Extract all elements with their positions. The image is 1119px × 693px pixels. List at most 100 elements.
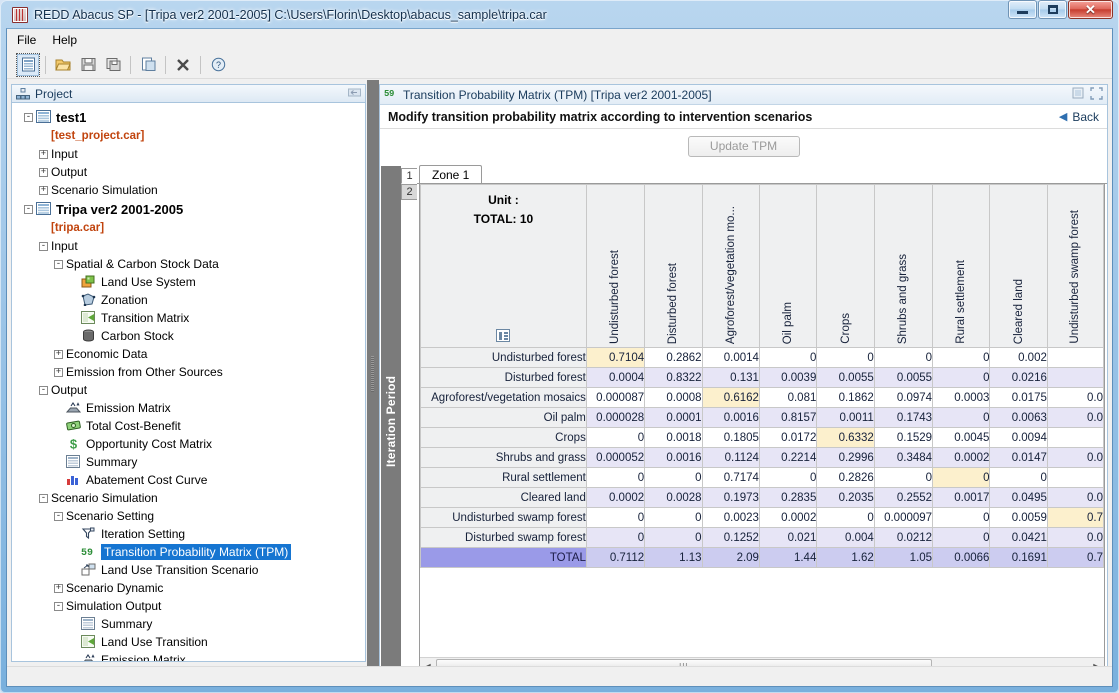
matrix-cell[interactable]: 0.2996 [816, 447, 875, 468]
expand-toggle-icon[interactable]: + [54, 367, 63, 377]
matrix-cell[interactable]: 0 [758, 467, 818, 488]
matrix-cell[interactable]: 0.0008 [644, 387, 703, 408]
tree-item[interactable]: Land Use Transition Scenario [18, 561, 365, 579]
matrix-scroll-viewport[interactable]: Unit : TOTAL: 10 Undisturbed forest Disturb… [420, 184, 1104, 656]
matrix-column-header[interactable]: Shrubs and grass [873, 184, 934, 348]
restore-icon[interactable] [1072, 87, 1084, 102]
matrix-cell[interactable]: 0.6332 [816, 427, 875, 448]
matrix-cell[interactable]: 0.8322 [644, 367, 703, 388]
matrix-cell[interactable]: 0.0 [1046, 407, 1104, 428]
matrix-cell[interactable]: 0 [932, 367, 991, 388]
matrix-cell[interactable]: 0.000097 [873, 507, 934, 528]
collapse-toggle-icon[interactable]: - [24, 112, 33, 122]
tree-item[interactable]: Abatement Cost Curve [18, 471, 365, 489]
matrix-cell[interactable]: 0.2214 [758, 447, 818, 468]
expand-toggle-icon[interactable]: + [54, 349, 63, 359]
matrix-cell[interactable]: 0 [758, 347, 818, 368]
matrix-cell[interactable] [1046, 427, 1104, 448]
matrix-column-header[interactable]: Oil palm [758, 184, 818, 348]
matrix-cell[interactable]: 0.0045 [932, 427, 991, 448]
new-project-button[interactable] [16, 52, 40, 77]
collapse-toggle-icon[interactable]: - [24, 204, 33, 214]
minimize-button[interactable] [1008, 0, 1037, 19]
menu-item-file[interactable]: File [17, 33, 36, 47]
collapse-toggle-icon[interactable]: - [39, 241, 48, 251]
expand-toggle-icon[interactable]: + [39, 167, 48, 177]
matrix-cell[interactable]: 0.0 [1046, 447, 1104, 468]
matrix-cell[interactable]: 0 [816, 507, 875, 528]
tree-item[interactable]: [test_project.car] [18, 127, 365, 145]
matrix-cell[interactable]: 0.004 [816, 527, 875, 548]
matrix-cell[interactable]: 0.1529 [873, 427, 934, 448]
tree-item[interactable]: - Tripa ver2 2001-2005 [18, 199, 365, 219]
matrix-cell[interactable]: 0.0016 [701, 407, 760, 428]
matrix-cell[interactable]: 0.0 [1046, 527, 1104, 548]
close-button[interactable]: ✕ [1068, 0, 1113, 19]
matrix-cell[interactable]: 0.0 [1046, 387, 1104, 408]
delete-button[interactable] [172, 54, 194, 76]
matrix-cell[interactable]: 0.0421 [989, 527, 1048, 548]
matrix-cell[interactable]: 0.0147 [989, 447, 1048, 468]
matrix-cell[interactable]: 0 [585, 527, 646, 548]
maximize-button[interactable] [1038, 0, 1067, 19]
tree-item[interactable]: - Spatial & Carbon Stock Data [18, 255, 365, 273]
matrix-cell[interactable]: 0.0039 [758, 367, 818, 388]
matrix-cell[interactable]: 0.0011 [816, 407, 875, 428]
tree-item[interactable]: - Simulation Output [18, 597, 365, 615]
matrix-cell[interactable]: 0.1862 [816, 387, 875, 408]
tree-item[interactable]: Emission Matrix [18, 399, 365, 417]
matrix-cell[interactable]: 0 [644, 527, 703, 548]
matrix-column-header[interactable]: Undisturbed forest [585, 184, 646, 348]
expand-toggle-icon[interactable]: + [39, 185, 48, 195]
matrix-cell[interactable]: 0.0172 [758, 427, 818, 448]
collapse-toggle-icon[interactable]: - [39, 385, 48, 395]
maximize-panel-icon[interactable] [1090, 86, 1103, 103]
tab-zone-1[interactable]: Zone 1 [419, 165, 483, 183]
matrix-cell[interactable]: 0 [932, 507, 991, 528]
matrix-cell[interactable] [1046, 467, 1104, 488]
matrix-cell[interactable] [1046, 347, 1104, 368]
collapse-toggle-icon[interactable]: - [54, 259, 63, 269]
matrix-column-header[interactable]: Rural settlement [932, 184, 991, 348]
matrix-cell[interactable]: 0.7 [1046, 507, 1104, 528]
matrix-cell[interactable]: 0.2835 [758, 487, 818, 508]
matrix-cell[interactable]: 0.0003 [932, 387, 991, 408]
expand-toggle-icon[interactable]: + [54, 583, 63, 593]
matrix-cell[interactable]: 0.0014 [701, 347, 760, 368]
matrix-cell[interactable]: 0.0094 [989, 427, 1048, 448]
iteration-period-2[interactable]: 2 [401, 184, 417, 200]
tree-item[interactable]: Transition Matrix [18, 309, 365, 327]
matrix-cell[interactable]: 0.000087 [585, 387, 646, 408]
matrix-cell[interactable]: 0 [585, 507, 646, 528]
dock-arrow-icon[interactable] [348, 87, 361, 101]
tree-item[interactable]: [tripa.car] [18, 219, 365, 237]
matrix-cell[interactable]: 0.1124 [701, 447, 760, 468]
tree-item[interactable]: Summary [18, 615, 365, 633]
tree-item[interactable]: Total Cost-Benefit [18, 417, 365, 435]
matrix-cell[interactable]: 0.3484 [873, 447, 934, 468]
matrix-cell[interactable]: 0.2826 [816, 467, 875, 488]
matrix-cell[interactable] [1046, 367, 1104, 388]
expand-toggle-icon[interactable]: + [39, 149, 48, 159]
matrix-cell[interactable]: 0.7174 [701, 467, 760, 488]
matrix-cell[interactable]: 0.131 [701, 367, 760, 388]
tree-item[interactable]: Summary [18, 453, 365, 471]
matrix-cell[interactable]: 0.1805 [701, 427, 760, 448]
matrix-cell[interactable]: 0.1973 [701, 487, 760, 508]
tree-item[interactable]: 5 9 Transition Probability Matrix (TPM) [18, 543, 365, 561]
matrix-cell[interactable]: 0.0216 [989, 367, 1048, 388]
matrix-cell[interactable]: 0.1252 [701, 527, 760, 548]
matrix-cell[interactable]: 0 [873, 347, 934, 368]
matrix-cell[interactable]: 0.002 [989, 347, 1048, 368]
tree-item[interactable]: Zonation [18, 291, 365, 309]
tree-item[interactable]: Land Use Transition [18, 633, 365, 651]
matrix-column-header[interactable]: Disturbed forest [644, 184, 703, 348]
collapse-toggle-icon[interactable]: - [54, 511, 63, 521]
matrix-cell[interactable]: 0 [873, 467, 934, 488]
matrix-cell[interactable]: 0.8157 [758, 407, 818, 428]
iteration-period-1[interactable]: 1 [401, 168, 417, 184]
matrix-cell[interactable]: 0 [932, 347, 991, 368]
panel-splitter[interactable] [367, 80, 379, 668]
matrix-cell[interactable]: 0.6162 [701, 387, 760, 408]
matrix-column-header[interactable]: Cleared land [989, 184, 1048, 348]
